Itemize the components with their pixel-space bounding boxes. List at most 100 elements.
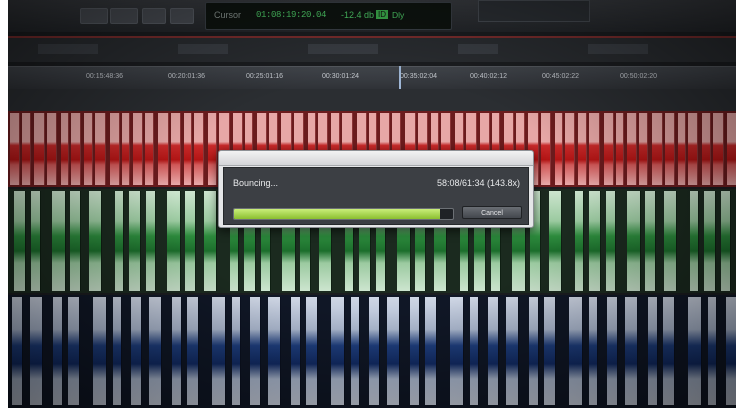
audio-region-red[interactable] <box>122 113 130 185</box>
audio-region-red[interactable] <box>184 113 192 185</box>
audio-region-red[interactable] <box>71 113 81 185</box>
audio-region-red[interactable] <box>171 113 181 185</box>
audio-region-green[interactable] <box>704 191 716 291</box>
audio-region-blue[interactable] <box>450 297 464 405</box>
cancel-button[interactable]: Cancel <box>462 206 522 219</box>
dialog-title-bar[interactable] <box>219 151 533 166</box>
audio-region-red[interactable] <box>22 113 31 185</box>
audio-region-blue[interactable] <box>726 297 736 405</box>
audio-region-green[interactable] <box>589 191 601 291</box>
audio-region-red[interactable] <box>652 113 663 185</box>
audio-region-blue[interactable] <box>387 297 400 405</box>
audio-region-green[interactable] <box>129 191 141 291</box>
audio-region-blue[interactable] <box>331 297 345 405</box>
audio-region-red[interactable] <box>208 113 217 185</box>
audio-region-blue[interactable] <box>529 297 539 405</box>
audio-region-blue[interactable] <box>369 297 380 405</box>
audio-region-blue[interactable] <box>589 297 598 405</box>
audio-region-blue[interactable] <box>663 297 675 405</box>
audio-region-blue[interactable] <box>506 297 519 405</box>
audio-region-green[interactable] <box>52 191 66 291</box>
audio-region-blue[interactable] <box>53 297 63 405</box>
audio-region-blue[interactable] <box>410 297 420 405</box>
audio-region-red[interactable] <box>145 113 154 185</box>
audio-region-green[interactable] <box>690 191 699 291</box>
audio-region-red[interactable] <box>665 113 675 185</box>
audio-region-blue[interactable] <box>113 297 122 405</box>
audio-region-red[interactable] <box>639 113 648 185</box>
audio-region-green[interactable] <box>167 191 181 291</box>
audio-region-blue[interactable] <box>172 297 182 405</box>
audio-region-blue[interactable] <box>351 297 360 405</box>
audio-region-blue[interactable] <box>607 297 618 405</box>
audio-region-red[interactable] <box>158 113 169 185</box>
audio-region-red[interactable] <box>688 113 698 185</box>
audio-region-red[interactable] <box>541 113 551 185</box>
transport-button[interactable] <box>142 8 166 24</box>
audio-region-green[interactable] <box>204 191 217 291</box>
transport-button[interactable] <box>110 8 138 24</box>
audio-region-green[interactable] <box>645 191 656 291</box>
audio-region-red[interactable] <box>133 113 143 185</box>
audio-region-blue[interactable] <box>250 297 261 405</box>
audio-region-green[interactable] <box>721 191 731 291</box>
audio-region-green[interactable] <box>14 191 26 291</box>
audio-region-red[interactable] <box>95 113 106 185</box>
transport-button[interactable] <box>80 8 108 24</box>
delay-label[interactable]: Dly <box>392 10 404 20</box>
audio-region-red[interactable] <box>678 113 686 185</box>
audio-region-blue[interactable] <box>93 297 107 405</box>
audio-region-blue[interactable] <box>470 297 479 405</box>
audio-region-blue[interactable] <box>306 297 318 405</box>
audio-region-blue[interactable] <box>544 297 556 405</box>
audio-region-red[interactable] <box>616 113 624 185</box>
audio-region-red[interactable] <box>194 113 204 185</box>
audio-region-red[interactable] <box>589 113 600 185</box>
audio-region-blue[interactable] <box>648 297 658 405</box>
audio-region-blue[interactable] <box>149 297 162 405</box>
audio-region-green[interactable] <box>575 191 584 291</box>
audio-region-blue[interactable] <box>232 297 241 405</box>
audio-region-green[interactable] <box>627 191 641 291</box>
audio-region-blue[interactable] <box>212 297 226 405</box>
audio-region-blue[interactable] <box>291 297 301 405</box>
audio-region-red[interactable] <box>10 113 20 185</box>
timecode-ruler[interactable]: 00:15:48:36 00:20:01:36 00:25:01:16 00:3… <box>8 66 736 90</box>
audio-region-green[interactable] <box>89 191 102 291</box>
audio-region-red[interactable] <box>565 113 575 185</box>
audio-region-red[interactable] <box>713 113 724 185</box>
audio-region-red[interactable] <box>604 113 614 185</box>
audio-region-red[interactable] <box>555 113 563 185</box>
audio-track-blue[interactable] <box>8 295 736 408</box>
audio-region-green[interactable] <box>549 191 562 291</box>
audio-region-blue[interactable] <box>488 297 499 405</box>
audio-region-green[interactable] <box>185 191 196 291</box>
audio-region-green[interactable] <box>606 191 616 291</box>
audio-region-green[interactable] <box>70 191 81 291</box>
audio-region-green[interactable] <box>146 191 156 291</box>
grid-menu-button[interactable] <box>170 8 194 24</box>
audio-region-red[interactable] <box>702 113 711 185</box>
audio-region-red[interactable] <box>61 113 69 185</box>
audio-region-blue[interactable] <box>131 297 142 405</box>
playhead-cursor[interactable] <box>399 66 401 90</box>
audio-region-red[interactable] <box>47 113 57 185</box>
audio-region-blue[interactable] <box>68 297 80 405</box>
audio-region-red[interactable] <box>84 113 93 185</box>
audio-region-blue[interactable] <box>425 297 437 405</box>
audio-region-red[interactable] <box>727 113 736 185</box>
audio-region-red[interactable] <box>34 113 45 185</box>
audio-region-blue[interactable] <box>187 297 199 405</box>
audio-region-green[interactable] <box>31 191 41 291</box>
audio-region-blue[interactable] <box>625 297 638 405</box>
mode-badge[interactable]: ID <box>376 10 388 19</box>
audio-region-blue[interactable] <box>569 297 583 405</box>
audio-region-blue[interactable] <box>12 297 23 405</box>
audio-region-green[interactable] <box>115 191 124 291</box>
audio-region-blue[interactable] <box>268 297 281 405</box>
audio-region-blue[interactable] <box>688 297 702 405</box>
audio-region-red[interactable] <box>110 113 120 185</box>
audio-region-red[interactable] <box>627 113 637 185</box>
audio-region-blue[interactable] <box>30 297 43 405</box>
audio-region-red[interactable] <box>578 113 587 185</box>
